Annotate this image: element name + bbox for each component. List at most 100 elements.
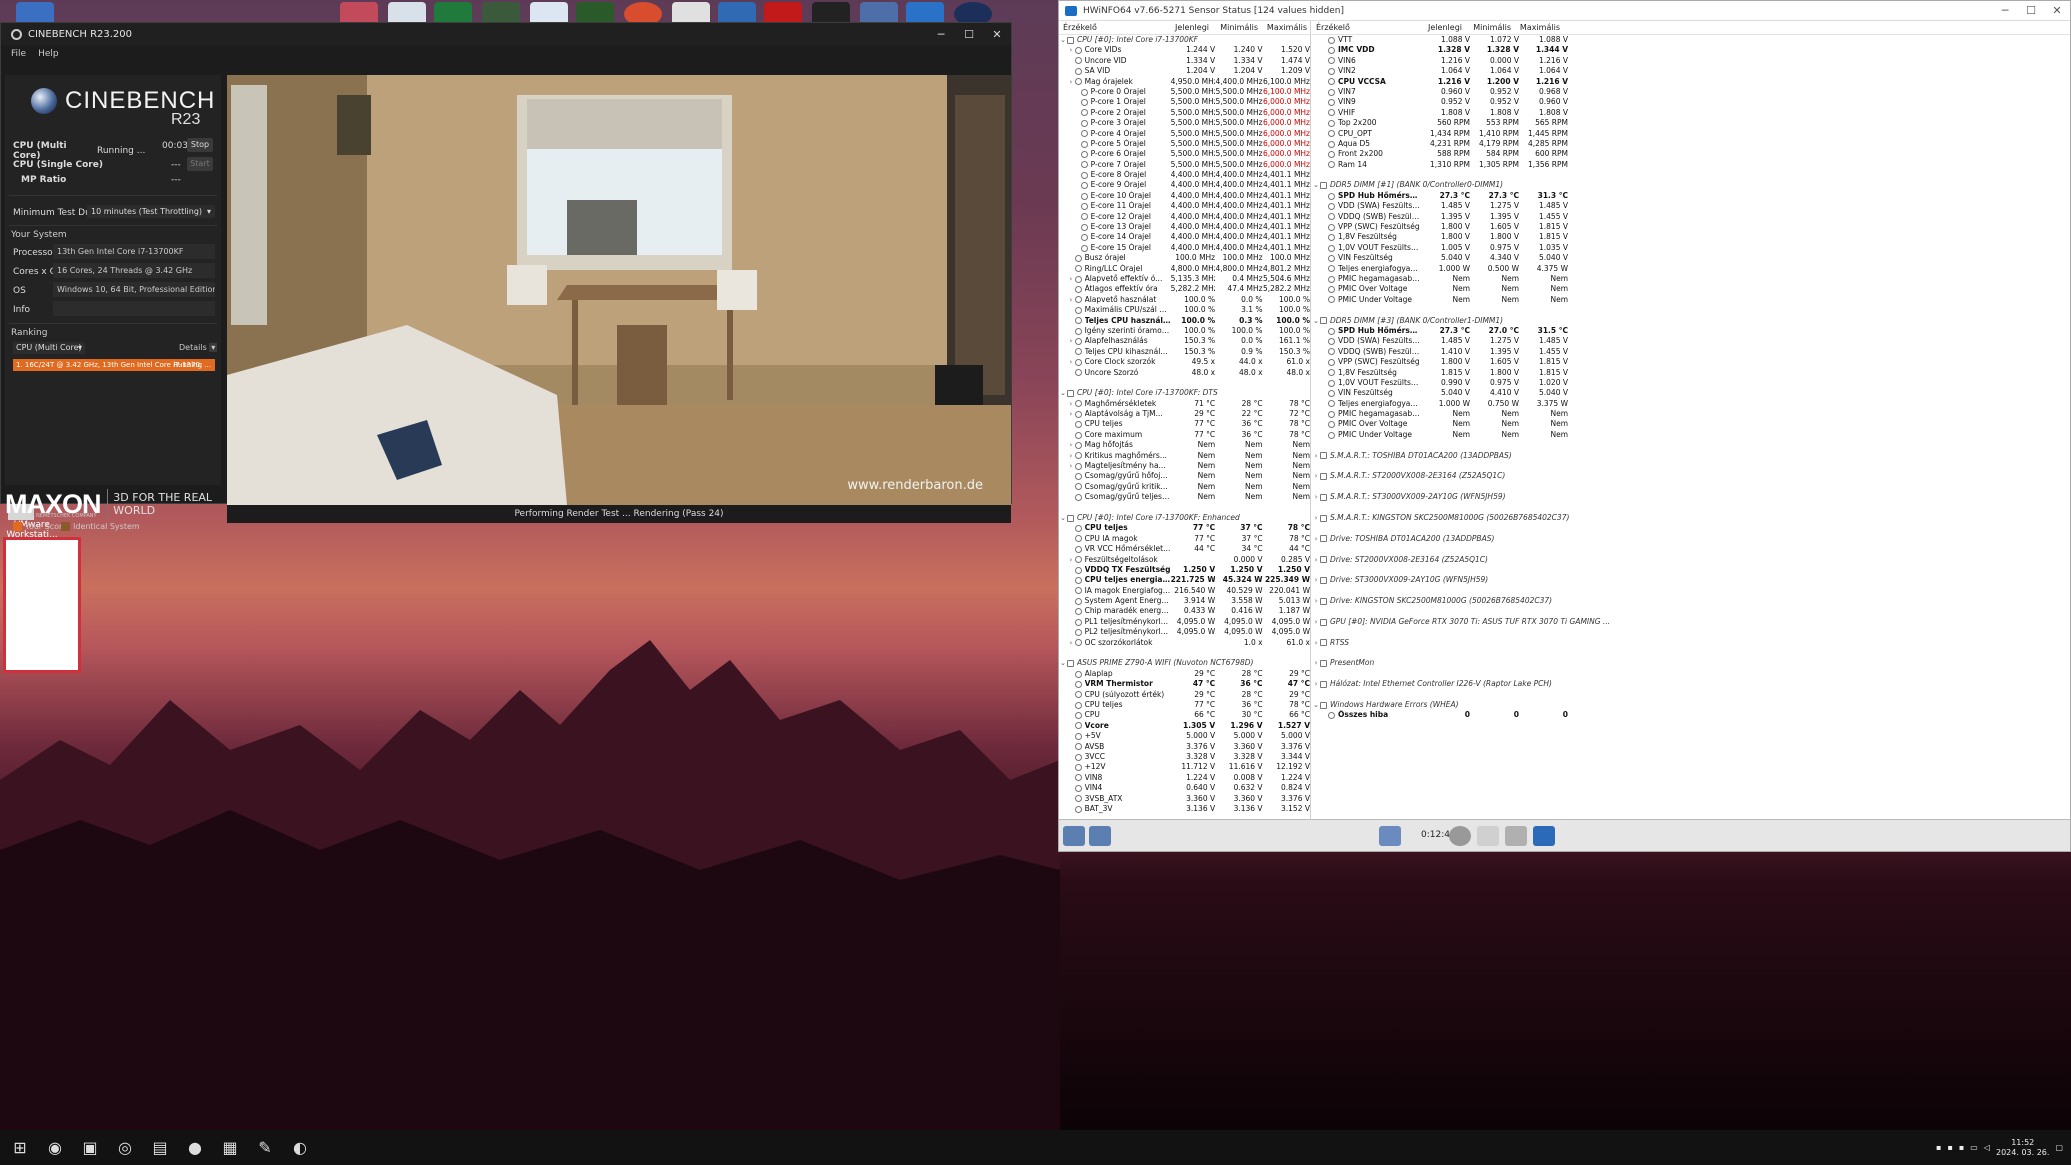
info-field[interactable]	[53, 301, 215, 316]
ranking-entry-current[interactable]: 1. 16C/24T @ 3.42 GHz, 13th Gen Intel Co…	[13, 359, 215, 371]
sensor-row[interactable]: Uncore VID 1.334 V 1.334 V 1.474 V	[1059, 56, 1310, 66]
chevron-right-icon[interactable]: ›	[1312, 513, 1320, 523]
chevron-down-icon[interactable]: ⌄	[1059, 513, 1067, 523]
sensor-group-header[interactable]: › PresentMon	[1312, 658, 2070, 668]
sensor-row[interactable]: Chip maradék energiaf... 0.433 W 0.416 W 1.…	[1059, 606, 1310, 616]
app-icon[interactable]: ✎	[250, 1133, 280, 1163]
sensor-group-header[interactable]: › GPU [#0]: NVIDIA GeForce RTX 3070 Ti: A…	[1312, 617, 2070, 627]
sensor-row[interactable]: PMIC hegamagasabb hő... Nem Nem Nem	[1312, 274, 2070, 284]
sensor-row[interactable]: VIN Feszültség 5.040 V 4.410 V 5.040 V	[1312, 388, 2070, 398]
minimize-button[interactable]: ─	[1992, 4, 2018, 17]
cinebench-titlebar[interactable]: CINEBENCH R23.200 ─ ☐ ✕	[1, 23, 1011, 45]
chevron-down-icon[interactable]: ⌄	[1312, 700, 1320, 710]
start-button[interactable]: ⊞	[5, 1133, 35, 1163]
col-sensor[interactable]: Érzékelő	[1059, 23, 1163, 32]
sensor-row[interactable]: System Agent Energia... 3.914 W 3.558 W 5.0…	[1059, 596, 1310, 606]
sensor-row[interactable]: › Alapvető használat 100.0 % 0.0 % 100.0 %	[1059, 295, 1310, 305]
cinebench-taskbar-icon[interactable]: ◐	[285, 1133, 315, 1163]
sensor-row[interactable]: VIN Feszültség 5.040 V 4.340 V 5.040 V	[1312, 253, 2070, 263]
clock-icon[interactable]	[1449, 826, 1471, 846]
sensor-group-header[interactable]: › Drive: TOSHIBA DT01ACA200 (13ADDPBAS)	[1312, 534, 2070, 544]
sensor-row[interactable]: P-core 0 Órajel 5,500.0 MHz 5,500.0 MHz 6,1…	[1059, 87, 1310, 97]
sensor-row[interactable]: › Kritikus maghőmérs... Nem Nem Nem	[1059, 451, 1310, 461]
sensor-row[interactable]: › OC szorzókorlátok 1.0 x 61.0 x	[1059, 638, 1310, 648]
chevron-down-icon[interactable]: ⌄	[1059, 658, 1067, 668]
sensor-group-header[interactable]: › Hálózat: Intel Ethernet Controller I226…	[1312, 679, 2070, 689]
sensor-row[interactable]: › Alapvető effektív ó... 5,135.3 MHz 0.4 MH…	[1059, 274, 1310, 284]
chevron-right-icon[interactable]: ›	[1312, 638, 1320, 648]
col-max[interactable]: Maximális	[1258, 23, 1307, 32]
sensor-group-header[interactable]: › S.M.A.R.T.: ST2000VX008-2E3164 (Z52A5Q1…	[1312, 471, 2070, 481]
sensor-row[interactable]: P-core 7 Órajel 5,500.0 MHz 5,500.0 MHz 6,0…	[1059, 160, 1310, 170]
sensor-row[interactable]: PMIC Over Voltage Nem Nem Nem	[1312, 419, 2070, 429]
sensor-row[interactable]: VIN4 0.640 V 0.632 V 0.824 V	[1059, 783, 1310, 793]
sensor-row[interactable]: Ram 14 1,310 RPM 1,305 RPM 1,356 RPM	[1312, 160, 2070, 170]
sensor-row[interactable]: 1,0V VOUT Feszültség 0.990 V 0.975 V 1.020 …	[1312, 378, 2070, 388]
sensor-row[interactable]: E-core 13 Órajel 4,400.0 MHz 4,400.0 MHz 4,…	[1059, 222, 1310, 232]
sensor-row[interactable]: Teljes energiafogyasztás 1.000 W 0.500 W 4.…	[1312, 264, 2070, 274]
sensor-row[interactable]: PMIC Under Voltage Nem Nem Nem	[1312, 295, 2070, 305]
nav-collapse-icon[interactable]	[1089, 826, 1111, 846]
chevron-right-icon[interactable]: ›	[1067, 440, 1075, 450]
report-icon[interactable]	[1477, 826, 1499, 846]
menu-file[interactable]: File	[11, 49, 26, 59]
sensor-list-left[interactable]: Érzékelő Jelenlegi Minimális Maximális ⌄…	[1059, 21, 1311, 819]
tray-icon[interactable]: ▪	[1947, 1143, 1952, 1152]
sensor-group-header[interactable]: ⌄ Windows Hardware Errors (WHEA)	[1312, 700, 2070, 710]
sensor-row[interactable]: PMIC Under Voltage Nem Nem Nem	[1312, 430, 2070, 440]
hwinfo-titlebar[interactable]: HWiNFO64 v7.66-5271 Sensor Status [124 v…	[1059, 1, 2070, 21]
sensor-row[interactable]: P-core 2 Órajel 5,500.0 MHz 5,500.0 MHz 6,0…	[1059, 108, 1310, 118]
maximize-button[interactable]: ☐	[955, 28, 983, 41]
sensor-group-header[interactable]: › S.M.A.R.T.: TOSHIBA DT01ACA200 (13ADDPB…	[1312, 451, 2070, 461]
browser-icon[interactable]: ●	[180, 1133, 210, 1163]
ranking-select[interactable]: CPU (Multi Core) ▾	[13, 342, 85, 354]
sensor-row[interactable]: AVSB 3.376 V 3.360 V 3.376 V	[1059, 742, 1310, 752]
sensor-row[interactable]: CPU (súlyozott érték) 29 °C 28 °C 29 °C	[1059, 690, 1310, 700]
sensor-row[interactable]: VIN8 1.224 V 0.008 V 1.224 V	[1059, 773, 1310, 783]
sensor-row[interactable]: Vcore 1.305 V 1.296 V 1.527 V	[1059, 721, 1310, 731]
sensor-row[interactable]: CPU IA magok 77 °C 37 °C 78 °C	[1059, 534, 1310, 544]
chevron-right-icon[interactable]: ›	[1312, 492, 1320, 502]
sensor-row[interactable]: Uncore Szorzó 48.0 x 48.0 x 48.0 x	[1059, 368, 1310, 378]
sensor-row[interactable]: +12V 11.712 V 11.616 V 12.192 V	[1059, 762, 1310, 772]
sensor-row[interactable]: VDDQ (SWB) Feszültség 1.395 V 1.395 V 1.455…	[1312, 212, 2070, 222]
search-icon[interactable]: ◉	[40, 1133, 70, 1163]
volume-icon[interactable]: ◁	[1984, 1143, 1990, 1152]
sensor-row[interactable]: SPD Hub Hőmérséklet 27.3 °C 27.0 °C 31.5 °C	[1312, 326, 2070, 336]
sensor-row[interactable]: › Alaptávolság a TjM... 29 °C 22 °C 72 °C	[1059, 409, 1310, 419]
chevron-down-icon[interactable]: ⌄	[1059, 388, 1067, 398]
selected-desktop-item[interactable]	[3, 537, 81, 673]
chevron-down-icon[interactable]: ⌄	[1312, 316, 1320, 326]
sensor-row[interactable]: CPU_OPT 1,434 RPM 1,410 RPM 1,445 RPM	[1312, 129, 2070, 139]
sensor-list-right[interactable]: Érzékelő Jelenlegi Minimális Maximális V…	[1312, 21, 2070, 819]
chevron-right-icon[interactable]: ›	[1312, 679, 1320, 689]
chevron-right-icon[interactable]: ›	[1312, 471, 1320, 481]
min-test-duration-select[interactable]: 10 minutes (Test Throttling) ▾	[87, 205, 215, 218]
sensor-group-header[interactable]: ⌄ DDR5 DIMM [#3] (BANK 0/Controller1-DIMM…	[1312, 316, 2070, 326]
sensor-row[interactable]: 3VCC 3.328 V 3.328 V 3.344 V	[1059, 752, 1310, 762]
network-icon[interactable]: ▭	[1970, 1143, 1978, 1152]
sensor-row[interactable]: PMIC hegamagasabb hő... Nem Nem Nem	[1312, 409, 2070, 419]
sensor-row[interactable]: E-core 11 Órajel 4,400.0 MHz 4,400.0 MHz 4,…	[1059, 201, 1310, 211]
stop-button[interactable]: Stop	[187, 138, 213, 152]
sensor-group-header[interactable]: › S.M.A.R.T.: ST3000VX009-2AY10G (WFN5JH5…	[1312, 492, 2070, 502]
start-button[interactable]: Start	[187, 157, 213, 171]
nav-left-icon[interactable]	[1063, 826, 1085, 846]
sensor-row[interactable]: › Mag órajelek 4,950.0 MHz 4,400.0 MHz 6,100…	[1059, 77, 1310, 87]
sensor-row[interactable]: › Maghőmérsékletek 71 °C 28 °C 78 °C	[1059, 399, 1310, 409]
sensor-row[interactable]: E-core 10 Órajel 4,400.0 MHz 4,400.0 MHz 4,…	[1059, 191, 1310, 201]
sensor-row[interactable]: Igény szerinti óramod... 100.0 % 100.0 % 10…	[1059, 326, 1310, 336]
chevron-right-icon[interactable]: ›	[1067, 45, 1075, 55]
sensor-row[interactable]: › Core Clock szorzók 49.5 x 44.0 x 61.0 x	[1059, 357, 1310, 367]
sensor-row[interactable]: SA VID 1.204 V 1.204 V 1.209 V	[1059, 66, 1310, 76]
sensor-row[interactable]: Busz órajel 100.0 MHz 100.0 MHz 100.0 MHz	[1059, 253, 1310, 263]
sensor-row[interactable]: CPU teljes 77 °C 37 °C 78 °C	[1059, 523, 1310, 533]
sensor-row[interactable]: Front 2x200 588 RPM 584 RPM 600 RPM	[1312, 149, 2070, 159]
sensor-row[interactable]: 1,8V Feszültség 1.800 V 1.800 V 1.815 V	[1312, 232, 2070, 242]
sensor-row[interactable]: P-core 5 Órajel 5,500.0 MHz 5,500.0 MHz 6,0…	[1059, 139, 1310, 149]
sensor-row[interactable]: VIN7 0.960 V 0.952 V 0.968 V	[1312, 87, 2070, 97]
sensor-row[interactable]: +5V 5.000 V 5.000 V 5.000 V	[1059, 731, 1310, 741]
sensor-row[interactable]: VDD (SWA) Feszültség 1.485 V 1.275 V 1.485 …	[1312, 336, 2070, 346]
chevron-right-icon[interactable]: ›	[1067, 77, 1075, 87]
notification-icon[interactable]: ▢	[2055, 1143, 2063, 1152]
